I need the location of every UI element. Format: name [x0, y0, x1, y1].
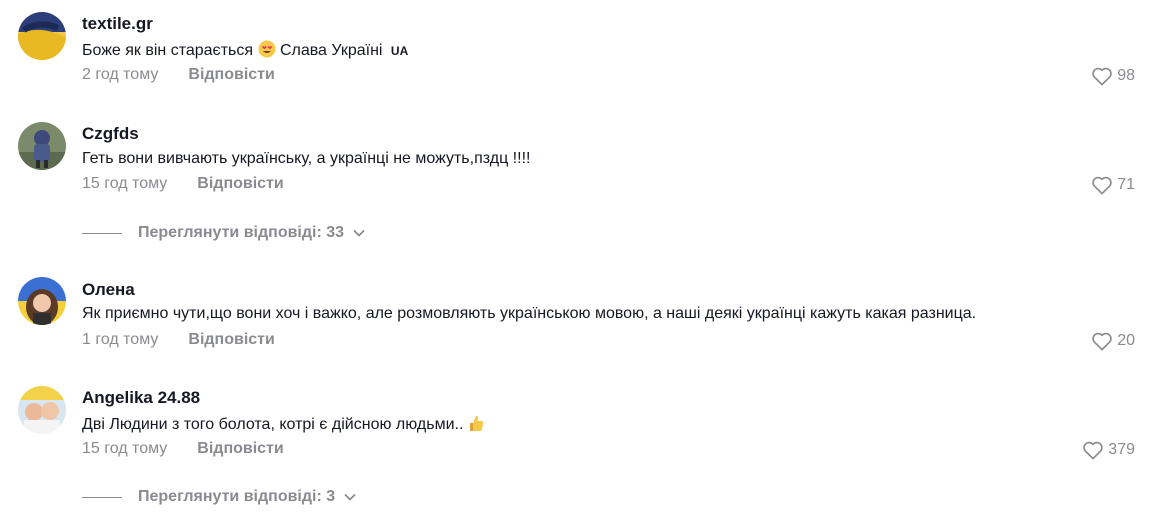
comment-text: Дві Людини з того болота, котрі є дійсно… [82, 414, 484, 437]
comment-text-part: Дві Людини з того болота, котрі є дійсно… [82, 416, 468, 433]
divider-line [82, 232, 122, 234]
comment-time: 2 год тому [82, 66, 159, 83]
comment-text: Як приємно чути,що вони хоч і важко, але… [82, 305, 977, 322]
ua-flag-label: UA [390, 44, 409, 58]
comment-text: Геть вони вивчають українську, а українц… [82, 150, 531, 167]
avatar-image [18, 386, 66, 434]
like-count: 71 [1117, 176, 1135, 193]
heart-eyes-emoji-icon [258, 40, 276, 63]
avatar-image [18, 277, 66, 325]
like-button[interactable]: 379 [1082, 440, 1135, 460]
heart-outline-icon [1092, 67, 1112, 86]
comment-meta: 15 год тому Відповісти [82, 440, 284, 458]
comment-meta: 15 год тому Відповісти [82, 175, 284, 193]
comment-time: 15 год тому [82, 440, 168, 457]
avatar[interactable] [18, 122, 66, 170]
comment-meta: 2 год тому Відповісти [82, 66, 275, 84]
like-button[interactable]: 20 [1091, 331, 1135, 351]
comment-meta: 1 год тому Відповісти [82, 331, 275, 349]
view-replies-label: Переглянути відповіді: 3 [138, 488, 336, 505]
chevron-down-icon [353, 230, 365, 237]
reply-button[interactable]: Відповісти [197, 440, 283, 458]
thumbs-up-emoji-icon [468, 414, 484, 437]
like-count: 98 [1117, 67, 1135, 84]
comment-text-part: Слава Україні [275, 42, 387, 59]
chevron-down-icon [344, 494, 356, 501]
reply-button[interactable]: Відповісти [188, 331, 274, 349]
heart-outline-icon [1092, 176, 1112, 195]
avatar[interactable] [18, 12, 66, 60]
comment-time: 15 год тому [82, 175, 168, 192]
comment-text-part: Боже як він старається [82, 42, 258, 59]
heart-outline-icon [1092, 332, 1112, 351]
reply-button[interactable]: Відповісти [188, 66, 274, 84]
view-replies-button[interactable]: Переглянути відповіді: 33 [82, 224, 366, 242]
like-count: 20 [1117, 332, 1135, 349]
avatar[interactable] [18, 386, 66, 434]
avatar-image [18, 122, 66, 170]
comment-username[interactable]: Angelika 24.88 [82, 388, 200, 408]
like-button[interactable]: 98 [1091, 66, 1135, 86]
comment-username[interactable]: Олена [82, 280, 135, 300]
like-button[interactable]: 71 [1091, 175, 1135, 195]
avatar[interactable] [18, 277, 66, 325]
comment-username[interactable]: Czgfds [82, 124, 139, 144]
reply-button[interactable]: Відповісти [197, 175, 283, 193]
heart-outline-icon [1083, 441, 1104, 460]
comment-username[interactable]: textile.gr [82, 14, 153, 34]
like-count: 379 [1108, 441, 1135, 458]
view-replies-label: Переглянути відповіді: 33 [138, 224, 345, 241]
divider-line [82, 496, 122, 498]
comment-time: 1 год тому [82, 331, 159, 348]
comment-text: Боже як він старається Слава Україні UA [82, 40, 408, 63]
avatar-image [18, 12, 66, 60]
view-replies-button[interactable]: Переглянути відповіді: 3 [82, 488, 357, 506]
